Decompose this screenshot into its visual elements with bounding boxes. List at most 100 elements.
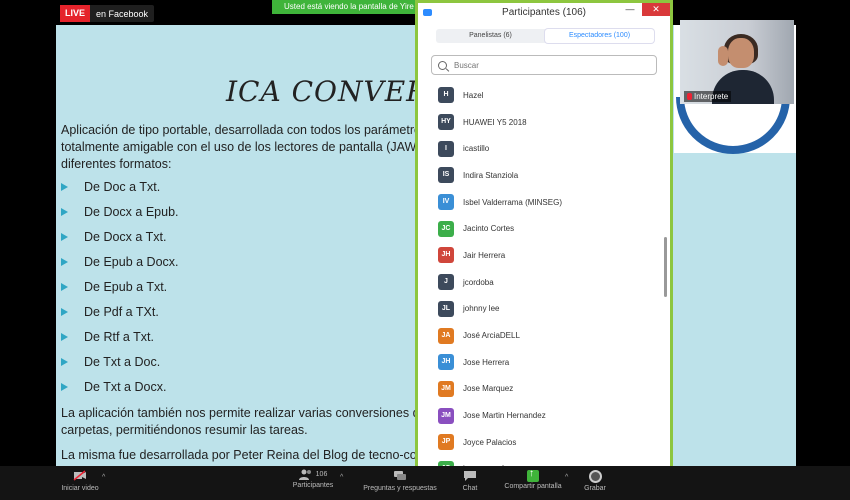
qa-button[interactable]: Preguntas y respuestas: [360, 466, 440, 500]
close-button[interactable]: ✕: [642, 3, 670, 16]
participant-row[interactable]: JA José ArciaDELL: [418, 322, 658, 349]
video-name-tag: Interprete: [684, 91, 732, 102]
participant-row[interactable]: JM Jose Marquez: [418, 376, 658, 403]
participant-row[interactable]: Iicastillo: [418, 135, 658, 162]
participant-row[interactable]: H Hazel: [418, 82, 658, 109]
participant-avatar: JM: [438, 407, 454, 424]
participants-panel: Participantes (106) — ✕ Panelistas (6) E…: [415, 0, 673, 477]
video-off-icon: [73, 470, 86, 481]
bullet-icon: [61, 233, 68, 241]
bullet-icon: [61, 208, 68, 216]
qa-label: Preguntas y respuestas: [363, 485, 437, 492]
conversion-item: De Epub a Docx.: [61, 255, 179, 269]
participant-name: Indira Stanziola: [463, 170, 519, 180]
conversion-item: De Epub a Txt.: [61, 280, 167, 294]
conversion-item: De Txt a Docx.: [61, 380, 166, 394]
bullet-icon: [61, 283, 68, 291]
start-video-button[interactable]: Iniciar video: [55, 466, 105, 500]
bullet-icon: [61, 383, 68, 391]
participant-name: Jose Martin Hernandez: [463, 411, 546, 421]
participant-name: José ArciaDELL: [463, 331, 520, 341]
share-screen-label: Compartir pantalla: [504, 483, 562, 490]
participant-list: H Hazel HY HUAWEI Y5 2018 Iicastillo IS Indira…: [418, 82, 658, 482]
search-input[interactable]: [452, 59, 636, 71]
participant-avatar: IV: [438, 194, 454, 211]
bullet-icon: [61, 358, 68, 366]
participants-icon: [298, 469, 311, 480]
conversion-item: De Docx a Epub.: [61, 205, 179, 219]
participant-row[interactable]: IS Indira Stanziola: [418, 162, 658, 189]
chat-label: Chat: [462, 485, 478, 492]
participant-name: Isbel Valderrama (MINSEG): [463, 197, 562, 207]
share-screen-icon: [527, 468, 539, 482]
participant-name: Hazel: [463, 90, 484, 100]
search-box[interactable]: [431, 55, 657, 75]
meeting-toolbar: Iniciar video ^ 106 Participantes ^ Preg…: [0, 466, 850, 500]
conversion-item: De Rtf a Txt.: [61, 330, 154, 344]
participant-row[interactable]: JC Jacinto Cortes: [418, 215, 658, 242]
participants-label: Participantes: [292, 482, 334, 489]
qa-icon: [394, 471, 406, 480]
participant-avatar: HY: [438, 114, 454, 131]
share-options-caret[interactable]: ^: [565, 474, 568, 481]
participant-name: Jacinto Cortes: [463, 224, 515, 234]
participants-options-caret[interactable]: ^: [340, 474, 343, 481]
video-options-caret[interactable]: ^: [102, 474, 105, 481]
participant-name: HUAWEI Y5 2018: [463, 117, 527, 127]
participant-row[interactable]: JP Joyce Palacios: [418, 429, 658, 456]
video-person-hand: [718, 46, 728, 66]
participant-row[interactable]: HY HUAWEI Y5 2018: [418, 109, 658, 136]
share-screen-button[interactable]: Compartir pantalla: [500, 466, 566, 500]
participant-name: Jose Marquez: [463, 384, 514, 394]
interpreter-video[interactable]: Interprete: [680, 20, 794, 104]
bullet-icon: [61, 308, 68, 316]
participant-row[interactable]: JM Jose Martin Hernandez: [418, 402, 658, 429]
participant-name: johnny lee: [463, 304, 500, 314]
participant-name: Joyce Palacios: [463, 437, 517, 447]
tab-panelists[interactable]: Panelistas (6): [436, 29, 545, 43]
participants-button[interactable]: 106 Participantes: [288, 466, 338, 500]
record-label: Grabar: [584, 485, 606, 492]
participants-titlebar[interactable]: Participantes (106) — ✕: [418, 3, 670, 21]
participant-row[interactable]: JL johnny lee: [418, 296, 658, 323]
intro-line: diferentes formatos:: [61, 157, 172, 171]
participant-avatar: JC: [438, 220, 454, 237]
conversion-item: De Pdf a TXt.: [61, 305, 159, 319]
record-button[interactable]: Grabar: [580, 466, 610, 500]
chat-icon: [464, 471, 476, 481]
search-icon: [438, 60, 447, 70]
participant-avatar: JA: [438, 327, 454, 344]
tab-attendees[interactable]: Espectadores (100): [545, 29, 654, 43]
chat-button[interactable]: Chat: [455, 466, 485, 500]
participant-row[interactable]: IV Isbel Valderrama (MINSEG): [418, 189, 658, 216]
muted-mic-icon: [687, 93, 692, 100]
participant-avatar: JH: [438, 247, 454, 264]
live-destination: en Facebook: [96, 8, 149, 19]
bullet-icon: [61, 258, 68, 266]
outro-line: carpetas, permitiéndonos resumir las tar…: [61, 423, 308, 437]
participant-avatar: J: [438, 274, 454, 291]
participant-avatar: I: [438, 140, 454, 157]
start-video-label: Iniciar video: [61, 485, 99, 492]
participant-avatar: JP: [438, 434, 454, 451]
video-name-label: Interprete: [694, 92, 729, 101]
participant-row[interactable]: JH Jose Herrera: [418, 349, 658, 376]
video-person-head: [728, 38, 754, 68]
participant-avatar: IS: [438, 167, 454, 184]
viewing-share-banner[interactable]: Usted está viendo la pantalla de Yire: [272, 0, 432, 14]
bullet-icon: [61, 183, 68, 191]
conversion-item: De Txt a Doc.: [61, 355, 160, 369]
bullet-icon: [61, 333, 68, 341]
conversion-item: De Docx a Txt.: [61, 230, 166, 244]
participant-name: Jose Herrera: [463, 357, 510, 367]
live-badge: LIVE: [60, 5, 91, 22]
participant-row[interactable]: Jjcordoba: [418, 269, 658, 296]
conversion-item: De Doc a Txt.: [61, 180, 160, 194]
participant-row[interactable]: JH Jair Herrera: [418, 242, 658, 269]
intro-line: Aplicación de tipo portable, desarrollad…: [61, 123, 445, 137]
minimize-button[interactable]: —: [620, 3, 640, 16]
intro-line: totalmente amigable con el uso de los le…: [61, 140, 447, 154]
outro-line: La misma fue desarrollada por Peter Rein…: [61, 448, 440, 462]
list-scrollbar[interactable]: [664, 237, 667, 297]
participant-avatar: JH: [438, 354, 454, 371]
